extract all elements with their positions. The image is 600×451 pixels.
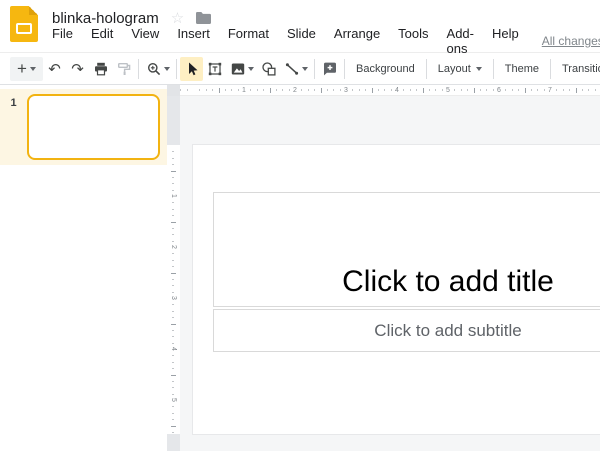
menu-item-addons[interactable]: Add-ons bbox=[438, 26, 483, 56]
menu-item-file[interactable]: File bbox=[43, 26, 82, 56]
vruler-number: 2 bbox=[170, 241, 177, 254]
google-slides-app: blinka-hologram ☆ FileEditViewInsertForm… bbox=[0, 0, 600, 451]
caret-down-icon bbox=[476, 67, 482, 71]
content-area: 1 1 2 3 4 5 6 7 1 2 3 4 5 Click to add title Click… bbox=[0, 85, 600, 451]
image-icon bbox=[230, 61, 246, 77]
paint-roller-icon bbox=[116, 61, 132, 77]
folder-icon[interactable] bbox=[195, 11, 212, 25]
vruler-number: 1 bbox=[170, 190, 177, 203]
toolbar-separator bbox=[176, 59, 177, 79]
logo-fold bbox=[29, 6, 38, 15]
vruler-number: 3 bbox=[170, 292, 177, 305]
vruler-number: 5 bbox=[170, 394, 177, 407]
hruler-number: 3 bbox=[344, 85, 348, 96]
caret-down-icon bbox=[302, 67, 308, 71]
canvas-area: 1 2 3 4 5 6 7 1 2 3 4 5 Click to add title Click t… bbox=[167, 85, 600, 451]
logo-page-glyph bbox=[16, 23, 32, 34]
slides-logo-icon[interactable] bbox=[10, 6, 38, 42]
menu-item-help[interactable]: Help bbox=[483, 26, 528, 56]
vertical-ruler-slide-zone bbox=[167, 145, 180, 434]
header: blinka-hologram ☆ FileEditViewInsertForm… bbox=[0, 0, 600, 53]
hruler-number: 4 bbox=[395, 85, 399, 96]
toolbar-separator bbox=[493, 59, 494, 79]
line-icon bbox=[284, 61, 300, 77]
paint-format-button[interactable] bbox=[112, 57, 135, 81]
redo-button[interactable]: ↷ bbox=[66, 57, 89, 81]
comment-plus-icon bbox=[322, 61, 338, 77]
theme-button[interactable]: Theme bbox=[497, 57, 547, 81]
title-placeholder-text: Click to add title bbox=[342, 267, 554, 306]
hruler-number: 5 bbox=[446, 85, 450, 96]
shape-button[interactable] bbox=[257, 57, 280, 81]
caret-down-icon bbox=[164, 67, 170, 71]
menu-item-slide[interactable]: Slide bbox=[278, 26, 325, 56]
layout-button-label: Layout bbox=[438, 63, 471, 75]
toolbar-separator bbox=[314, 59, 315, 79]
printer-icon bbox=[93, 61, 109, 77]
menu-item-view[interactable]: View bbox=[122, 26, 168, 56]
save-status-link[interactable]: All changes saved in Drive bbox=[542, 34, 600, 48]
menu-item-format[interactable]: Format bbox=[219, 26, 278, 56]
toolbar: + ↶ ↷ bbox=[0, 54, 600, 85]
menu-item-arrange[interactable]: Arrange bbox=[325, 26, 389, 56]
hruler-number: 6 bbox=[497, 85, 501, 96]
filmstrip-panel: 1 bbox=[0, 85, 167, 451]
vruler-number: 4 bbox=[170, 343, 177, 356]
insert-image-button[interactable] bbox=[226, 57, 257, 81]
ruler-corner bbox=[167, 85, 180, 96]
slide-canvas[interactable]: Click to add title Click to add subtitle bbox=[193, 145, 600, 434]
menu-item-edit[interactable]: Edit bbox=[82, 26, 122, 56]
caret-down-icon bbox=[248, 67, 254, 71]
document-title[interactable]: blinka-hologram bbox=[52, 10, 159, 27]
vertical-ruler: 1 2 3 4 5 bbox=[167, 96, 180, 451]
magnifier-zoom-icon bbox=[146, 61, 162, 77]
transition-button[interactable]: Transition bbox=[554, 57, 600, 81]
background-button[interactable]: Background bbox=[348, 57, 423, 81]
menu-item-insert[interactable]: Insert bbox=[168, 26, 219, 56]
title-placeholder[interactable]: Click to add title bbox=[213, 192, 600, 307]
filmstrip-slide-1[interactable]: 1 bbox=[0, 89, 167, 165]
caret-down-icon bbox=[30, 67, 36, 71]
line-tool-button[interactable] bbox=[280, 57, 311, 81]
toolbar-separator bbox=[426, 59, 427, 79]
new-slide-button[interactable]: + bbox=[10, 57, 43, 81]
redo-icon: ↷ bbox=[71, 62, 84, 77]
text-box-button[interactable] bbox=[203, 57, 226, 81]
subtitle-placeholder[interactable]: Click to add subtitle bbox=[213, 309, 600, 352]
slide-thumbnail[interactable] bbox=[27, 94, 160, 160]
shape-icon bbox=[261, 61, 277, 77]
subtitle-placeholder-text: Click to add subtitle bbox=[374, 321, 521, 341]
print-button[interactable] bbox=[89, 57, 112, 81]
layout-button[interactable]: Layout bbox=[430, 57, 490, 81]
select-tool-button[interactable] bbox=[180, 57, 203, 81]
text-box-icon bbox=[207, 61, 223, 77]
horizontal-ruler: 1 2 3 4 5 6 7 bbox=[180, 85, 600, 96]
toolbar-separator bbox=[344, 59, 345, 79]
undo-button[interactable]: ↶ bbox=[43, 57, 66, 81]
star-icon[interactable]: ☆ bbox=[171, 11, 184, 26]
hruler-number: 7 bbox=[548, 85, 552, 96]
slide-number: 1 bbox=[0, 94, 27, 160]
toolbar-separator bbox=[138, 59, 139, 79]
toolbar-separator bbox=[550, 59, 551, 79]
menu-item-tools[interactable]: Tools bbox=[389, 26, 437, 56]
menu-items: FileEditViewInsertFormatSlideArrangeTool… bbox=[43, 26, 528, 56]
hruler-number: 1 bbox=[242, 85, 246, 96]
hruler-number: 2 bbox=[293, 85, 297, 96]
menu-bar: FileEditViewInsertFormatSlideArrangeTool… bbox=[43, 30, 600, 52]
plus-icon: + bbox=[17, 60, 27, 77]
zoom-button[interactable] bbox=[142, 57, 173, 81]
header-main: blinka-hologram ☆ FileEditViewInsertForm… bbox=[52, 0, 600, 52]
cursor-arrow-icon bbox=[184, 61, 200, 77]
insert-comment-button[interactable] bbox=[318, 57, 341, 81]
undo-icon: ↶ bbox=[48, 62, 61, 77]
